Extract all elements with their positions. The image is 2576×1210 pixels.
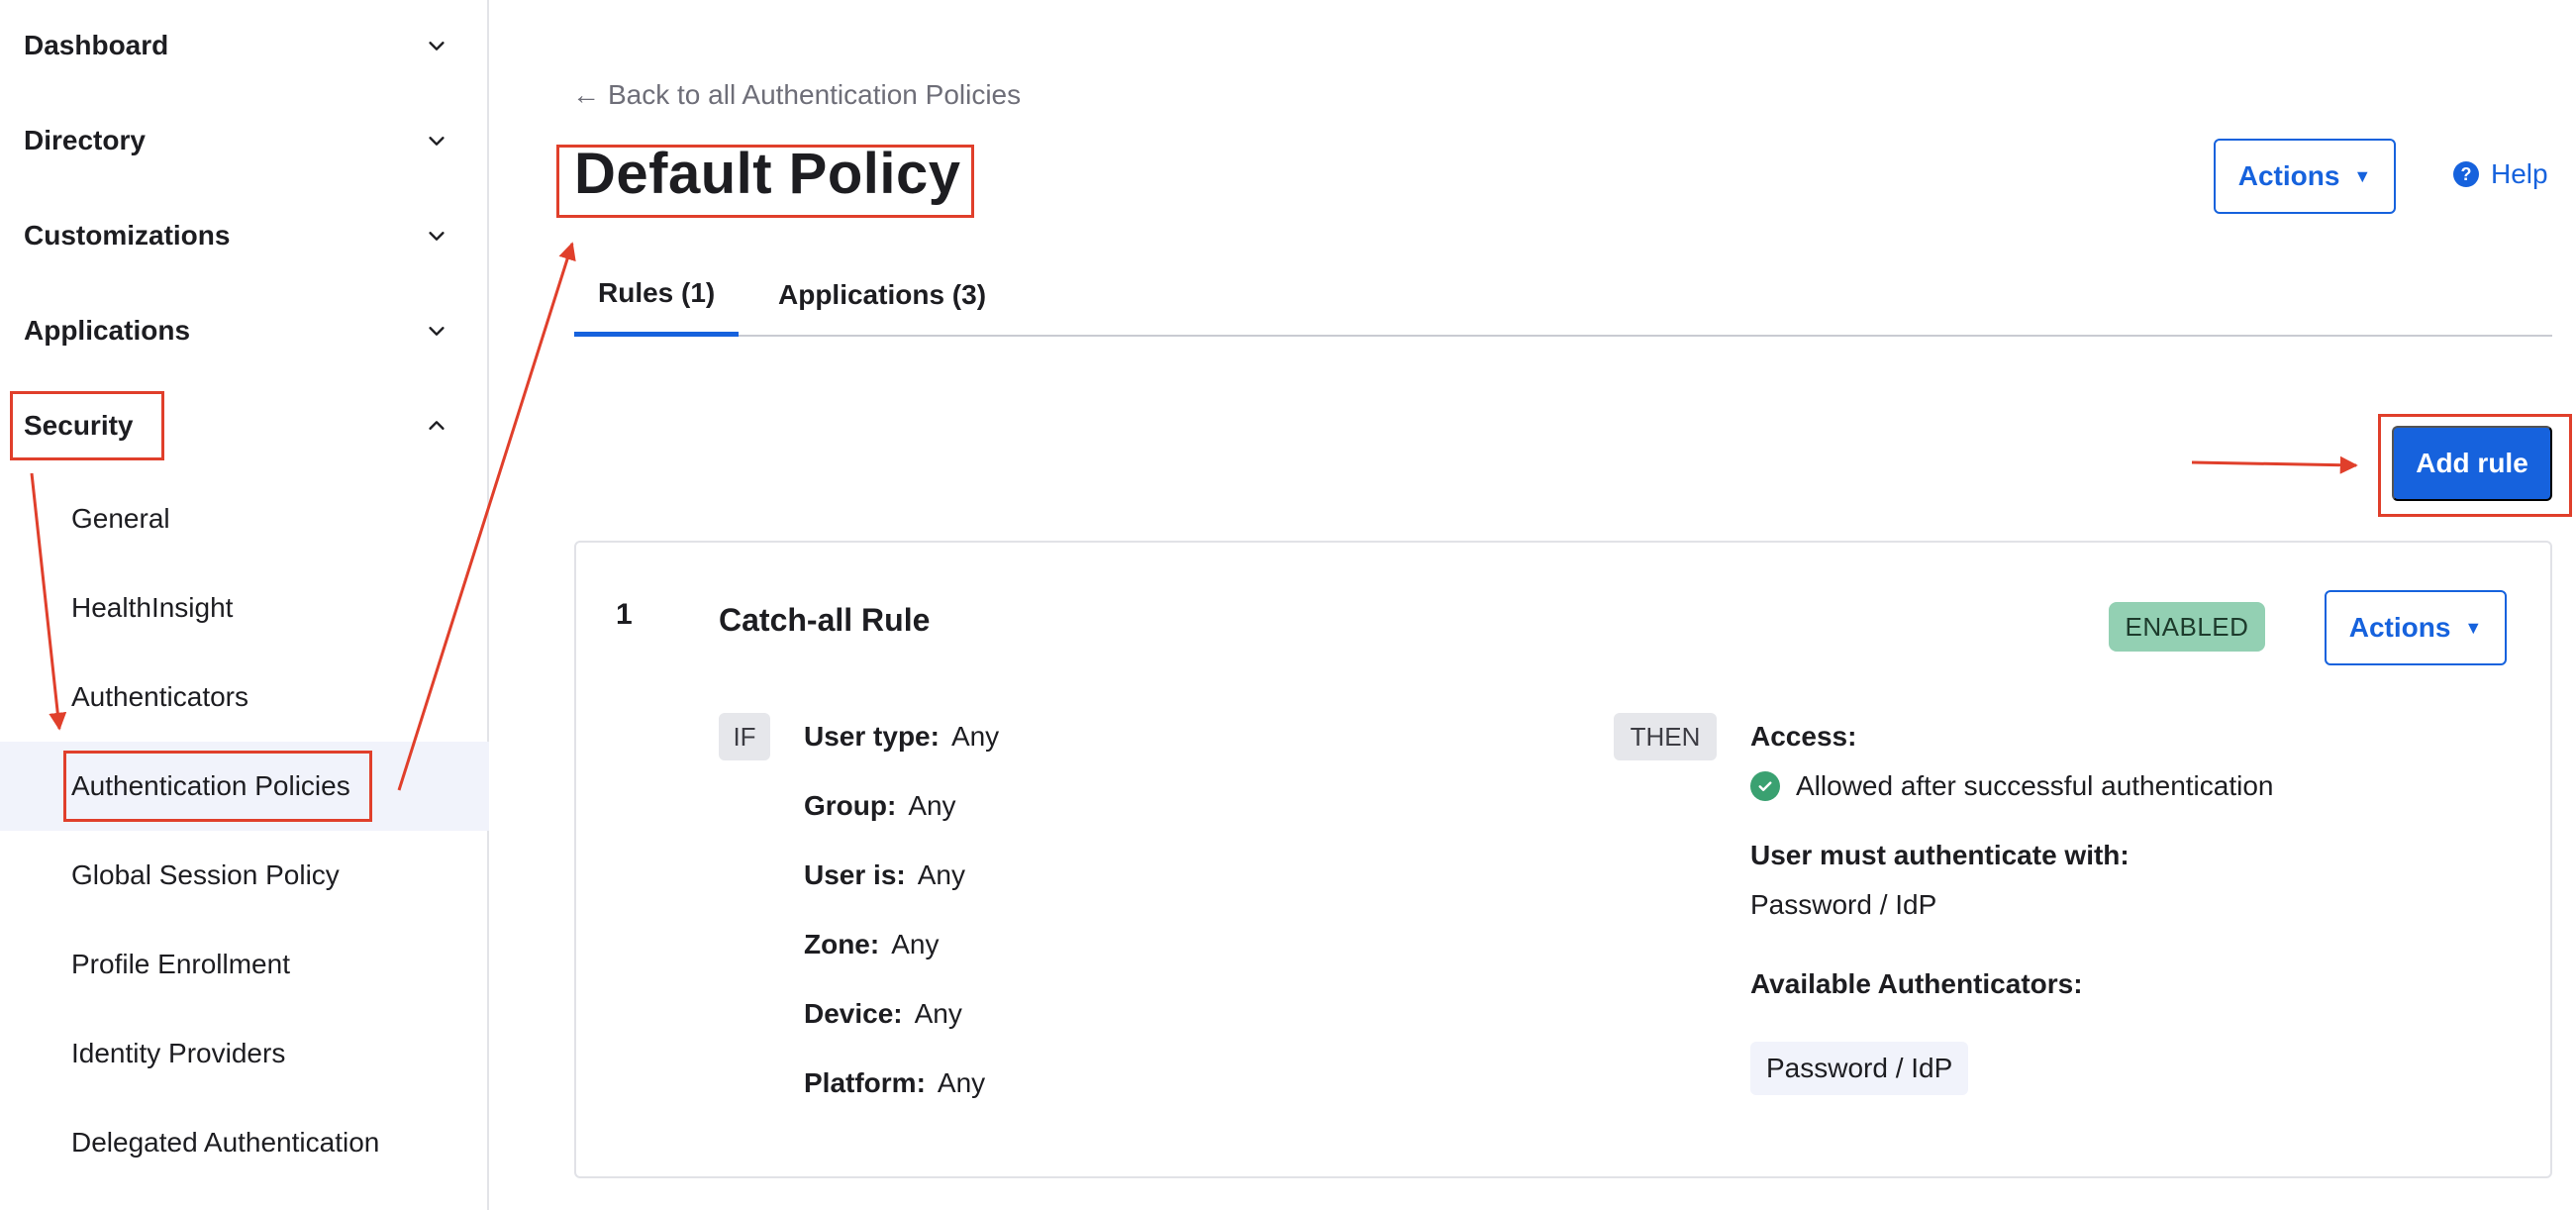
sidebar-item-label: Profile Enrollment xyxy=(71,949,290,979)
caret-down-icon: ▼ xyxy=(2464,617,2483,638)
condition-value: Any xyxy=(914,998,962,1029)
sidebar-item-authentication-policies[interactable]: Authentication Policies xyxy=(0,742,489,831)
rule-number: 1 xyxy=(616,598,633,631)
rule-actions-button[interactable]: Actions ▼ xyxy=(2325,590,2507,665)
condition-key: User is: xyxy=(804,859,906,890)
sidebar-group-label: Security xyxy=(24,410,134,441)
back-link-label: Back to all Authentication Policies xyxy=(608,79,1022,110)
status-badge: ENABLED xyxy=(2109,602,2265,652)
sidebar-item-label: Identity Providers xyxy=(71,1038,286,1068)
rule-name: Catch-all Rule xyxy=(719,602,931,638)
must-authenticate-value: Password / IdP xyxy=(1750,889,1937,920)
tab-bar: Rules (1) Applications (3) xyxy=(574,253,2552,337)
condition-key: Group: xyxy=(804,790,897,821)
condition-row: Device: Any xyxy=(804,998,962,1030)
sidebar-item-label: Authenticators xyxy=(71,681,248,712)
tab-label: Applications (3) xyxy=(778,279,987,310)
chevron-up-icon xyxy=(426,415,447,437)
tab-label: Rules (1) xyxy=(598,276,716,308)
available-authenticators-label: Available Authenticators: xyxy=(1750,968,2083,999)
access-value: Allowed after successful authentication xyxy=(1796,770,2274,801)
authenticator-pill: Password / IdP xyxy=(1750,1042,1969,1095)
back-link[interactable]: ← Back to all Authentication Policies xyxy=(572,79,1021,111)
condition-key: Platform: xyxy=(804,1067,926,1098)
must-authenticate-label: User must authenticate with: xyxy=(1750,840,2130,870)
arrow-left-icon: ← xyxy=(572,79,600,110)
help-link[interactable]: ? Help xyxy=(2453,158,2548,190)
sidebar-item-profile-enrollment[interactable]: Profile Enrollment xyxy=(0,920,489,1009)
then-tag: THEN xyxy=(1614,713,1717,760)
sidebar-item-label: HealthInsight xyxy=(71,592,234,623)
annotation-arrow xyxy=(2191,455,2358,474)
sidebar-item-label: Delegated Authentication xyxy=(71,1127,380,1158)
tab-rules[interactable]: Rules (1) xyxy=(574,253,740,337)
sidebar-group-applications[interactable]: Applications xyxy=(0,283,489,378)
condition-value: Any xyxy=(891,929,940,959)
actions-button[interactable]: Actions ▼ xyxy=(2214,139,2396,214)
condition-row: Zone: Any xyxy=(804,929,939,960)
sidebar-group-directory[interactable]: Directory xyxy=(0,93,489,188)
chevron-down-icon xyxy=(426,35,447,56)
actions-button-label: Actions xyxy=(2237,160,2340,191)
condition-row: User is: Any xyxy=(804,859,965,891)
check-circle-icon xyxy=(1750,771,1780,801)
access-result: Allowed after successful authentication xyxy=(1750,770,2274,802)
page-title: Default Policy xyxy=(574,142,961,206)
caret-down-icon: ▼ xyxy=(2353,165,2372,186)
chevron-down-icon xyxy=(426,225,447,247)
sidebar-group-label: Dashboard xyxy=(24,30,169,60)
sidebar-item-delegated-authentication[interactable]: Delegated Authentication xyxy=(0,1098,489,1187)
question-icon: ? xyxy=(2453,161,2479,187)
add-rule-button[interactable]: Add rule xyxy=(2392,426,2552,501)
actions-button-label: Actions xyxy=(2348,612,2451,643)
condition-key: Device: xyxy=(804,998,903,1029)
sidebar-group-security[interactable]: Security xyxy=(0,378,489,473)
rule-card: 1 Catch-all Rule ENABLED Actions ▼ IF Us… xyxy=(574,541,2552,1178)
condition-value: Any xyxy=(937,1067,986,1098)
condition-row: Platform: Any xyxy=(804,1067,985,1099)
condition-row: User type: Any xyxy=(804,721,999,753)
if-tag: IF xyxy=(719,713,770,760)
sidebar-group-dashboard[interactable]: Dashboard xyxy=(0,0,489,93)
sidebar-item-label: Global Session Policy xyxy=(71,859,340,890)
sidebar-item-label: Authentication Policies xyxy=(71,770,350,801)
sidebar-item-general[interactable]: General xyxy=(0,474,489,563)
sidebar-group-label: Customizations xyxy=(24,220,231,251)
access-label: Access: xyxy=(1750,721,1857,752)
sidebar-item-identity-providers[interactable]: Identity Providers xyxy=(0,1009,489,1098)
sidebar: Dashboard Directory Customizations Appli… xyxy=(0,0,489,1210)
tab-applications[interactable]: Applications (3) xyxy=(754,253,1010,337)
condition-value: Any xyxy=(908,790,956,821)
condition-value: Any xyxy=(950,721,1000,752)
sidebar-item-label: General xyxy=(71,503,170,534)
chevron-down-icon xyxy=(426,130,447,151)
sidebar-group-label: Applications xyxy=(24,315,191,346)
chevron-down-icon xyxy=(426,320,447,342)
sidebar-item-global-session-policy[interactable]: Global Session Policy xyxy=(0,831,489,920)
condition-key: Zone: xyxy=(804,929,880,959)
condition-key: User type: xyxy=(804,721,940,752)
sidebar-group-customizations[interactable]: Customizations xyxy=(0,188,489,283)
sidebar-item-authenticators[interactable]: Authenticators xyxy=(0,653,489,742)
help-label: Help xyxy=(2491,158,2548,189)
condition-value: Any xyxy=(917,859,965,890)
sidebar-item-healthinsight[interactable]: HealthInsight xyxy=(0,563,489,653)
condition-row: Group: Any xyxy=(804,790,956,822)
sidebar-group-label: Directory xyxy=(24,125,146,155)
